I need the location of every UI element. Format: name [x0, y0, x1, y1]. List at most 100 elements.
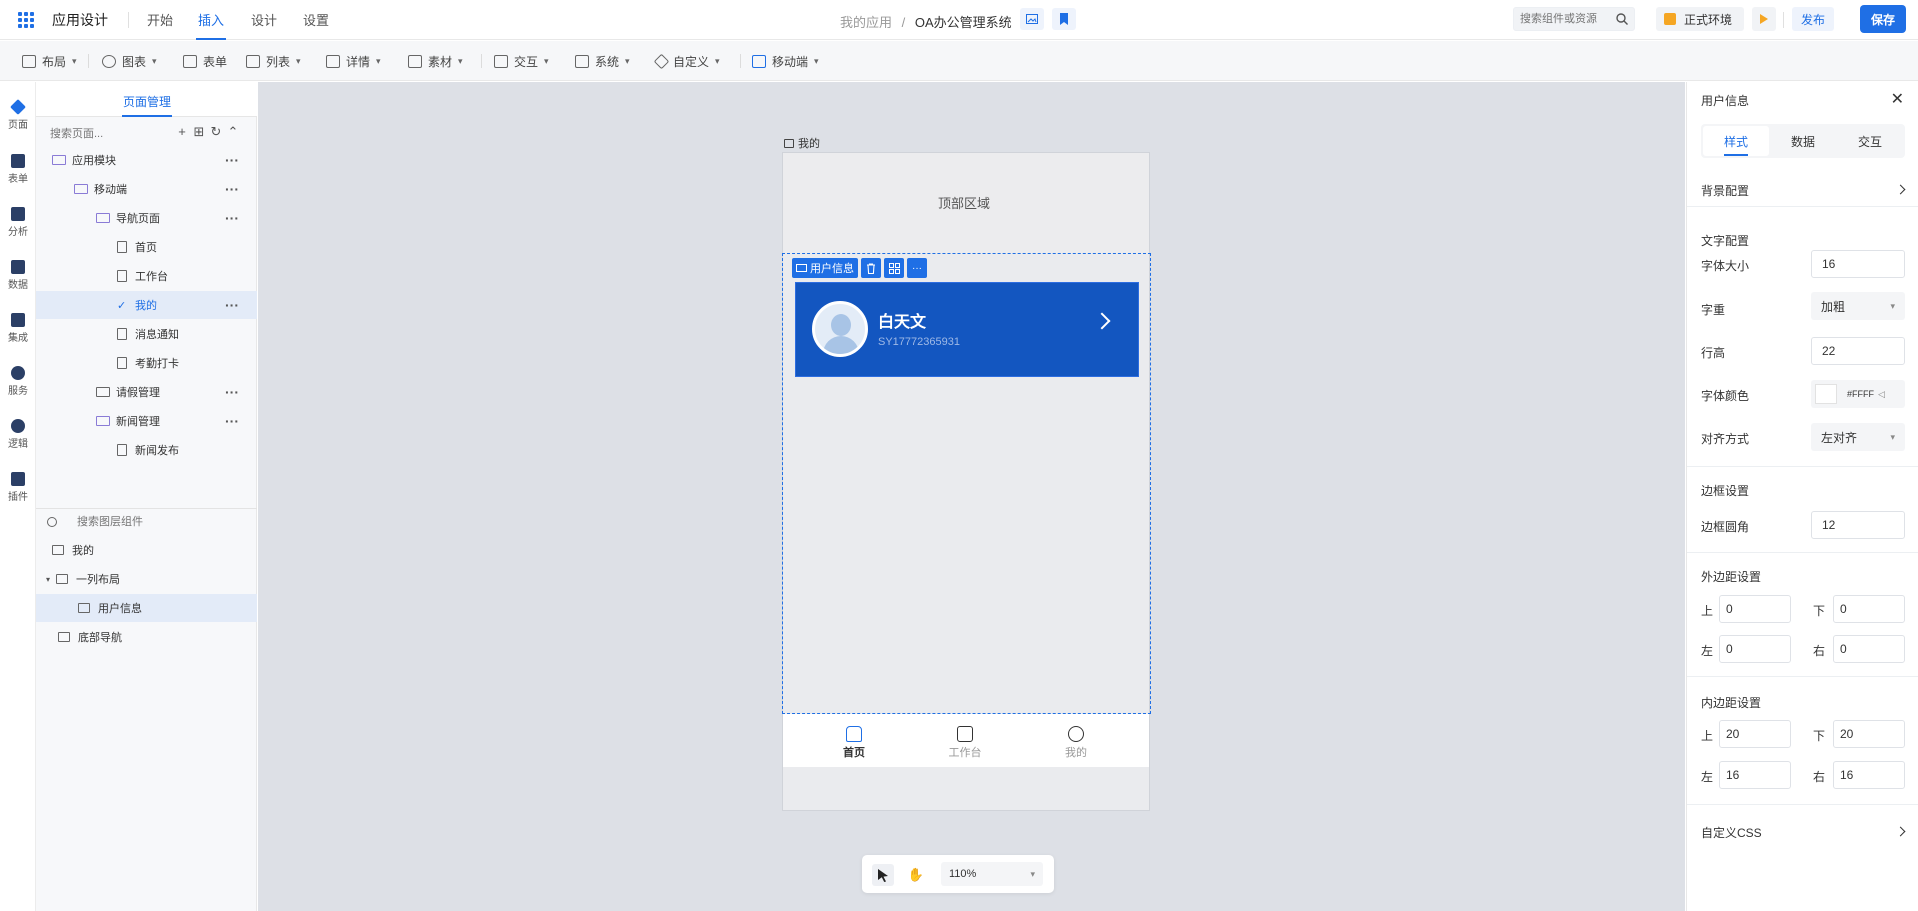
- nav-item-mine[interactable]: 我的: [1046, 726, 1106, 760]
- more-icon[interactable]: ···: [225, 210, 239, 226]
- layer-item[interactable]: ▾ 一列布局: [36, 565, 257, 593]
- tree-item[interactable]: 导航页面 ···: [36, 204, 257, 232]
- chevron-right-icon[interactable]: [1093, 312, 1111, 330]
- page-manager-tab[interactable]: 页面管理: [36, 82, 257, 117]
- rail-item-analysis[interactable]: 分析: [0, 207, 36, 238]
- more-icon[interactable]: ···: [225, 152, 239, 168]
- run-button[interactable]: [1752, 7, 1776, 31]
- rail-item-pages[interactable]: 页面: [0, 99, 36, 131]
- add-page-icon[interactable]: +: [175, 125, 189, 139]
- padding-bottom-input[interactable]: [1833, 720, 1905, 748]
- margin-right-input[interactable]: [1833, 635, 1905, 663]
- tab-style[interactable]: 样式: [1703, 126, 1769, 156]
- line-height-input[interactable]: [1811, 337, 1905, 365]
- environment-button[interactable]: 正式环境: [1656, 7, 1744, 31]
- tool-layout[interactable]: 布局 ▾: [22, 53, 77, 70]
- tree-item[interactable]: 移动端 ···: [36, 175, 257, 203]
- color-swatch[interactable]: [1815, 384, 1837, 404]
- tool-interaction[interactable]: 交互 ▾: [494, 53, 549, 70]
- tab-design[interactable]: 设计: [251, 10, 277, 29]
- more-icon[interactable]: ···: [225, 181, 239, 197]
- rail-item-services[interactable]: 服务: [0, 366, 36, 397]
- add-folder-icon[interactable]: ⊞: [192, 125, 206, 139]
- padding-left-input[interactable]: [1719, 761, 1791, 789]
- breadcrumb-parent[interactable]: 我的应用: [840, 15, 892, 30]
- rail-item-forms[interactable]: 表单: [0, 154, 36, 185]
- align-select[interactable]: 左对齐 ▾: [1811, 423, 1905, 451]
- font-size-input[interactable]: [1811, 250, 1905, 278]
- nav-item-workbench[interactable]: 工作台: [935, 726, 995, 760]
- user-info-card[interactable]: 白天文 SY17772365931: [795, 282, 1139, 377]
- hand-tool-button[interactable]: ✋: [905, 864, 927, 886]
- tab-start[interactable]: 开始: [147, 10, 173, 29]
- tab-interaction[interactable]: 交互: [1837, 126, 1903, 156]
- margin-left-input[interactable]: [1719, 635, 1791, 663]
- chevron-right-icon[interactable]: [1895, 184, 1906, 195]
- more-icon[interactable]: ···: [225, 297, 239, 313]
- app-grid-icon[interactable]: [18, 12, 34, 28]
- custom-css-section[interactable]: 自定义CSS: [1701, 824, 1762, 841]
- font-color-picker[interactable]: #FFFF ◁: [1811, 380, 1905, 408]
- collapse-icon[interactable]: ⌃: [226, 125, 240, 139]
- more-icon[interactable]: ···: [225, 413, 239, 429]
- delete-button[interactable]: [861, 258, 881, 278]
- select-tool-button[interactable]: [872, 864, 894, 886]
- rail-item-integration[interactable]: 集成: [0, 313, 36, 344]
- more-button[interactable]: ···: [907, 258, 927, 278]
- bookmark-button[interactable]: [1052, 8, 1076, 30]
- tree-item-selected[interactable]: ✓ 我的 ···: [36, 291, 257, 319]
- tree-item[interactable]: 新闻发布: [36, 436, 257, 464]
- page-search-input[interactable]: [50, 124, 170, 144]
- tool-custom[interactable]: 自定义 ▾: [653, 53, 720, 70]
- refresh-icon[interactable]: ↻: [209, 125, 223, 139]
- tab-insert[interactable]: 插入: [195, 10, 227, 40]
- layer-search-input[interactable]: [77, 513, 197, 531]
- tool-detail[interactable]: 详情 ▾: [326, 53, 381, 70]
- tool-list[interactable]: 列表 ▾: [246, 53, 301, 70]
- publish-button[interactable]: 发布: [1792, 7, 1834, 31]
- component-search-input[interactable]: [1514, 8, 1614, 30]
- tab-data[interactable]: 数据: [1770, 126, 1836, 156]
- caret-down-icon[interactable]: ▾: [46, 575, 50, 584]
- radius-input[interactable]: [1811, 511, 1905, 539]
- system-icon: [575, 55, 589, 68]
- tool-mobile[interactable]: 移动端 ▾: [752, 53, 819, 70]
- tab-settings[interactable]: 设置: [303, 10, 329, 29]
- margin-bottom-input[interactable]: [1833, 595, 1905, 623]
- preview-button[interactable]: [1020, 8, 1044, 30]
- rail-item-plugins[interactable]: 插件: [0, 472, 36, 503]
- tool-asset[interactable]: 素材 ▾: [408, 53, 463, 70]
- padding-top-input[interactable]: [1719, 720, 1791, 748]
- tool-system[interactable]: 系统 ▾: [575, 53, 630, 70]
- nav-item-home[interactable]: 首页: [824, 726, 884, 760]
- bookmark-icon: [1060, 13, 1068, 25]
- tree-item[interactable]: 消息通知: [36, 320, 257, 348]
- tool-chart[interactable]: 图表 ▾: [102, 53, 157, 70]
- layer-item[interactable]: 我的: [36, 536, 257, 564]
- more-icon[interactable]: ···: [225, 384, 239, 400]
- chevron-right-icon[interactable]: [1895, 826, 1906, 837]
- font-weight-select[interactable]: 加粗 ▾: [1811, 292, 1905, 320]
- copy-button[interactable]: [884, 258, 904, 278]
- search-icon[interactable]: [1616, 13, 1628, 25]
- zoom-select[interactable]: 110% ▾: [941, 862, 1043, 886]
- background-config-section[interactable]: 背景配置: [1701, 182, 1749, 199]
- close-icon[interactable]: ✕: [1891, 89, 1904, 109]
- component-tag[interactable]: 用户信息: [792, 258, 858, 278]
- tree-item[interactable]: 首页: [36, 233, 257, 261]
- padding-right-input[interactable]: [1833, 761, 1905, 789]
- eyedropper-icon[interactable]: ◁: [1878, 389, 1885, 400]
- top-area[interactable]: 顶部区域: [783, 153, 1149, 253]
- tree-item[interactable]: 应用模块 ···: [36, 146, 257, 174]
- save-button[interactable]: 保存: [1860, 5, 1906, 33]
- layer-item[interactable]: 底部导航: [36, 623, 257, 651]
- tool-form[interactable]: 表单: [183, 53, 227, 70]
- tree-item[interactable]: 请假管理 ···: [36, 378, 257, 406]
- rail-item-logic[interactable]: 逻辑: [0, 419, 36, 450]
- margin-top-input[interactable]: [1719, 595, 1791, 623]
- layer-item-selected[interactable]: 用户信息: [36, 594, 257, 622]
- tree-item[interactable]: 考勤打卡: [36, 349, 257, 377]
- rail-item-data[interactable]: 数据: [0, 260, 36, 291]
- tree-item[interactable]: 工作台: [36, 262, 257, 290]
- tree-item[interactable]: 新闻管理 ···: [36, 407, 257, 435]
